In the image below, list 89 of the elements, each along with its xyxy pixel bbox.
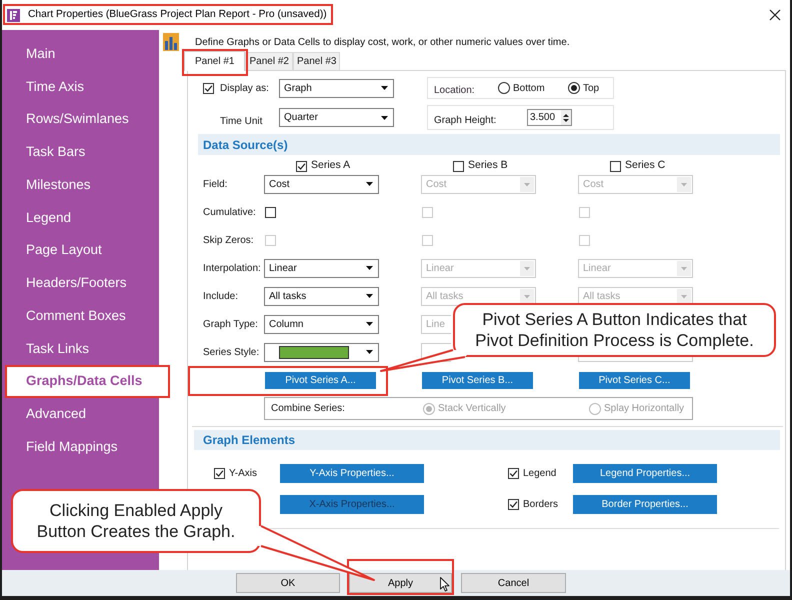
tab[interactable]: Panel #2 [245, 52, 293, 70]
option-label: Top [583, 82, 600, 96]
element-label: Y-Axis [229, 467, 257, 481]
checkbox[interactable] [610, 160, 621, 172]
caret-icon [366, 322, 373, 326]
radio-button[interactable] [568, 82, 580, 94]
field-label: Series Style: [203, 346, 260, 360]
app-icon [7, 8, 20, 22]
caret-icon [366, 350, 373, 354]
sidebar-item[interactable]: Task Bars [5, 136, 159, 169]
dialog-button[interactable]: Cancel [461, 573, 566, 593]
bar-chart-icon [163, 33, 179, 51]
combine-label: Combine Series: [270, 402, 346, 416]
sidebar-item[interactable]: Task Links [5, 332, 159, 366]
checkbox[interactable] [265, 206, 276, 218]
location-label: Location: [434, 84, 476, 98]
time-unit-label: Time Unit [220, 116, 262, 126]
checkbox[interactable] [453, 160, 464, 172]
dropdown[interactable]: Linear [264, 258, 379, 278]
caret-icon [366, 182, 373, 186]
tab[interactable]: Panel #3 [292, 52, 340, 70]
pivot-button[interactable]: Pivot Series C... [579, 372, 690, 388]
sidebar-item[interactable]: Main [5, 38, 159, 70]
callout-tooltip: Pivot Series A Button Indicates that Pivot Definition Process is Complete. [453, 303, 776, 357]
sidebar-item[interactable]: Comment Boxes [5, 300, 159, 332]
element-label: Borders [523, 498, 558, 512]
pivot-button[interactable]: Pivot Series B... [422, 372, 533, 388]
checkbox[interactable] [508, 468, 519, 479]
dialog-button[interactable]: OK [236, 573, 340, 593]
display-as-label: Display as: [220, 82, 269, 96]
caret-icon [520, 288, 534, 304]
radio-button[interactable] [498, 82, 510, 94]
graph-height-label: Graph Height: [434, 114, 498, 128]
pivot-button[interactable]: Pivot Series A... [265, 372, 376, 388]
sidebar-item[interactable]: Rows/Swimlanes [5, 103, 159, 136]
callout-tooltip: Clicking Enabled Apply Button Creates the Graph. [11, 489, 261, 553]
properties-button[interactable]: Legend Properties... [573, 464, 717, 483]
dropdown[interactable]: Quarter [279, 108, 394, 127]
section-header: Graph Elements [194, 430, 780, 450]
sidebar-item[interactable]: Advanced [5, 398, 159, 431]
graph-height-field[interactable]: 3.500 [527, 109, 572, 126]
caret-icon [677, 260, 691, 276]
caret-icon [677, 288, 691, 304]
checkbox[interactable] [214, 468, 225, 479]
description-text: Define Graphs or Data Cells to display cost, work, or other numeric values over time. [195, 36, 570, 50]
dropdown[interactable]: Graph [279, 78, 394, 98]
spin-up-icon[interactable] [563, 114, 569, 116]
series-label: Series B [468, 158, 508, 174]
field-label: Include: [203, 290, 240, 304]
sidebar-item[interactable]: Time Axis [5, 70, 159, 104]
spin-down-icon[interactable] [563, 118, 569, 122]
caret-icon [381, 116, 388, 120]
option-label: Splay Horizontally [604, 402, 684, 416]
sidebar-item[interactable]: Field Mappings [5, 430, 159, 464]
checkbox[interactable] [508, 499, 519, 510]
caret-icon [520, 260, 534, 276]
field-label: Cumulative: [203, 206, 257, 220]
option-label: Bottom [513, 82, 545, 96]
caret-icon [520, 176, 534, 192]
close-icon[interactable] [769, 9, 781, 21]
checkbox[interactable] [296, 160, 307, 172]
caret-icon [366, 266, 373, 270]
properties-button[interactable]: Border Properties... [573, 495, 717, 514]
caret-icon [366, 294, 373, 298]
sidebar-item[interactable]: Headers/Footers [5, 266, 159, 300]
tab[interactable]: Panel #1 [184, 51, 246, 71]
series-label: Series C [625, 158, 666, 174]
dialog-button[interactable]: Apply [349, 573, 452, 593]
dropdown[interactable]: All tasks [264, 286, 379, 306]
sidebar-item[interactable]: Milestones [5, 168, 159, 202]
caret-icon [381, 86, 388, 90]
sidebar-item[interactable]: Legend [5, 201, 159, 234]
field-label: Graph Type: [203, 318, 259, 332]
series-label: Series A [311, 158, 350, 174]
checkbox[interactable] [203, 82, 214, 94]
sidebar-item[interactable]: Page Layout [5, 234, 159, 267]
window-title: Chart Properties (BlueGrass Project Plan Report - Pro (unsaved)) [28, 8, 327, 22]
properties-button[interactable]: Y-Axis Properties... [280, 464, 424, 483]
field-label: Field: [203, 178, 228, 192]
field-label: Skip Zeros: [203, 234, 255, 248]
dropdown[interactable] [264, 342, 379, 362]
pointer-cursor-icon [440, 577, 450, 592]
section-header: Data Source(s) [198, 134, 780, 155]
caret-icon [677, 176, 691, 192]
option-label: Stack Vertically [438, 402, 506, 416]
dropdown[interactable]: Column [264, 314, 379, 334]
element-label: Legend [523, 467, 556, 481]
dropdown[interactable]: Cost [264, 174, 379, 194]
field-label: Interpolation: [203, 262, 262, 276]
